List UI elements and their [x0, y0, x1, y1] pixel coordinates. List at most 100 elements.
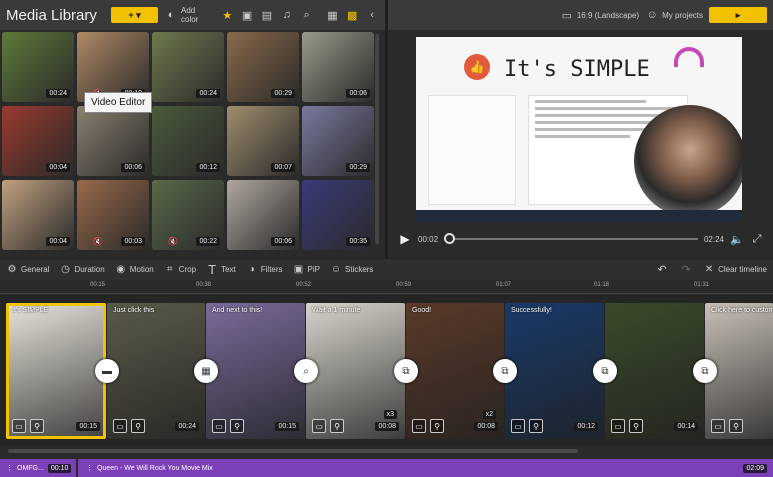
grid-small-icon[interactable]: ▦ [326, 8, 340, 22]
page-title: Media Library [6, 6, 97, 24]
media-thumbnail[interactable]: 00:24 [152, 32, 224, 102]
total-time: 02:24 [703, 234, 724, 244]
clip-settings-icon[interactable]: ▭ [511, 419, 525, 433]
transition-button[interactable]: ▬ [95, 359, 119, 383]
fullscreen-icon[interactable]: ⤢ [750, 232, 764, 246]
clip-audio-icon[interactable]: ⚲ [529, 419, 543, 433]
volume-icon[interactable]: 🔈 [730, 232, 744, 246]
media-thumbnail[interactable]: 00:07 [227, 106, 299, 176]
export-button[interactable]: ▸ [709, 7, 767, 23]
search-icon[interactable]: ⌕ [300, 8, 314, 22]
media-thumbnail[interactable]: 🔇 00:22 [152, 180, 224, 250]
filters-tool[interactable]: ◑ Filters [246, 264, 283, 276]
user-icon: ☺ [646, 9, 658, 21]
timeline-scrollbar[interactable] [8, 449, 578, 453]
clip-settings-icon[interactable]: ▭ [711, 419, 725, 433]
timeline-clip[interactable]: And next to this! ▭ ⚲ 00:15 [206, 303, 305, 439]
text-tool[interactable]: T Text [206, 262, 236, 277]
clip-duration: 00:12 [574, 422, 598, 431]
timeline-clip[interactable]: It's SIMPLE ▭ ⚲ 00:15 [6, 303, 106, 439]
general-tool[interactable]: ⚙ General [6, 264, 50, 276]
clip-duration: 00:24 [175, 422, 199, 431]
my-projects-label: My projects [662, 10, 703, 20]
my-projects-button[interactable]: ☺ My projects [645, 8, 703, 22]
filters-label: Filters [260, 265, 283, 274]
aspect-ratio-button[interactable]: ▭ 16:9 (Landscape) [560, 8, 639, 22]
collapse-chevron-icon[interactable]: ‹ [365, 8, 379, 22]
audio-clip-1[interactable]: ⋮ OMFG... 00:10 [0, 459, 78, 477]
pip-tool[interactable]: ▣ PiP [293, 264, 320, 276]
transition-button[interactable]: ⧉ [693, 359, 717, 383]
music-icon[interactable]: ♫ [280, 8, 294, 22]
media-thumbnail[interactable]: 00:06 [302, 32, 374, 102]
redo-icon[interactable]: ↷ [679, 263, 693, 277]
timeline-clip[interactable]: Just click this ▭ ⚲ 00:24 [107, 303, 205, 439]
transition-button[interactable]: ⧉ [394, 359, 418, 383]
duration-tool[interactable]: ◷ Duration [59, 264, 105, 276]
clip-audio-icon[interactable]: ⚲ [30, 419, 44, 433]
undo-icon[interactable]: ↶ [655, 263, 669, 277]
clear-timeline-button[interactable]: ✕ Clear timeline [703, 264, 767, 276]
preview-header: ▭ 16:9 (Landscape) ☺ My projects ▸ [388, 0, 773, 30]
clip-audio-icon[interactable]: ⚲ [430, 419, 444, 433]
preview-taskbar [416, 210, 742, 222]
star-icon[interactable]: ★ [220, 8, 234, 22]
clip-audio-icon[interactable]: ⚲ [330, 419, 344, 433]
clip-audio-icon[interactable]: ⚲ [729, 419, 743, 433]
media-duration: 00:24 [46, 89, 70, 98]
seek-knob[interactable] [444, 233, 456, 244]
media-thumbnail[interactable]: 00:04 [2, 106, 74, 176]
clip-settings-icon[interactable]: ▭ [113, 419, 127, 433]
transition-button[interactable]: ▦ [194, 359, 218, 383]
stickers-tool[interactable]: ☺ Stickers [330, 264, 374, 276]
seek-bar[interactable] [444, 233, 698, 244]
image-icon[interactable]: ▣ [240, 8, 254, 22]
timeline-clip[interactable]: Wait a 1 minute ▭ ⚲ 00:08 x3 [306, 303, 405, 439]
clip-duration: 00:15 [76, 422, 100, 431]
clip-caption: It's SIMPLE [12, 307, 49, 314]
media-thumbnail[interactable]: 00:29 [302, 106, 374, 176]
audio-clip-2-duration: 02:09 [743, 463, 767, 473]
media-thumbnail[interactable]: 00:06 [227, 180, 299, 250]
add-media-button[interactable]: + ▾ [110, 7, 159, 23]
add-color-button[interactable]: ◐ Add color [164, 6, 214, 24]
transition-button[interactable]: ⌕ [294, 359, 318, 383]
video-preview[interactable]: 👍 It's SIMPLE [416, 37, 742, 222]
clip-audio-icon[interactable]: ⚲ [131, 419, 145, 433]
ruler-tick-label: 00:52 [296, 282, 312, 288]
media-scrollbar[interactable] [375, 34, 379, 244]
filters-icon: ◑ [248, 264, 255, 275]
transition-button[interactable]: ⧉ [593, 359, 617, 383]
media-thumbnail[interactable]: 00:12 [152, 106, 224, 176]
transition-button[interactable]: ⧉ [493, 359, 517, 383]
grid-large-icon[interactable]: ▩ [345, 8, 359, 22]
media-thumbnail[interactable]: 00:24 [2, 32, 74, 102]
clip-settings-icon[interactable]: ▭ [12, 419, 26, 433]
media-thumbnail[interactable]: 00:29 [227, 32, 299, 102]
play-icon[interactable]: ▶ [398, 232, 412, 246]
media-thumbnail[interactable]: 00:04 [2, 180, 74, 250]
timeline-clip[interactable]: Good! ▭ ⚲ 00:08 x2 [406, 303, 504, 439]
panel-divider[interactable] [385, 0, 388, 260]
media-thumbnail[interactable]: 🔇 00:03 [77, 180, 149, 250]
clip-settings-icon[interactable]: ▭ [212, 419, 226, 433]
clip-settings-icon[interactable]: ▭ [611, 419, 625, 433]
clip-audio-icon[interactable]: ⚲ [230, 419, 244, 433]
clip-speed-badge: x3 [383, 410, 397, 419]
media-thumbnail[interactable]: 00:35 [302, 180, 374, 250]
crop-tool[interactable]: ⌗ Crop [164, 264, 196, 276]
timeline-clip[interactable]: Successfully! ▭ ⚲ 00:12 [505, 303, 604, 439]
clip-audio-icon[interactable]: ⚲ [629, 419, 643, 433]
clip-settings-icon[interactable]: ▭ [312, 419, 326, 433]
film-icon[interactable]: ▤ [260, 8, 274, 22]
clip-duration: 00:08 [474, 422, 498, 431]
motion-tool[interactable]: ◉ Motion [115, 264, 153, 276]
audio-clip-2[interactable]: ⋮ Queen - We Will Rock You Movie Mix 02:… [78, 459, 773, 477]
timeline-clip[interactable]: ▭ ⚲ 00:14 [605, 303, 704, 439]
media-duration: 00:29 [346, 163, 370, 172]
audio-track: ⋮ OMFG... 00:10 ⋮ Queen - We Will Rock Y… [0, 459, 773, 477]
media-thumbnail[interactable]: 00:06 [77, 106, 149, 176]
audio-clip-2-name: Queen - We Will Rock You Movie Mix [97, 464, 213, 472]
timeline-ruler[interactable]: 00:15 00:38 00:52 00:59 01:07 01:18 01:31 [0, 280, 773, 294]
clip-settings-icon[interactable]: ▭ [412, 419, 426, 433]
